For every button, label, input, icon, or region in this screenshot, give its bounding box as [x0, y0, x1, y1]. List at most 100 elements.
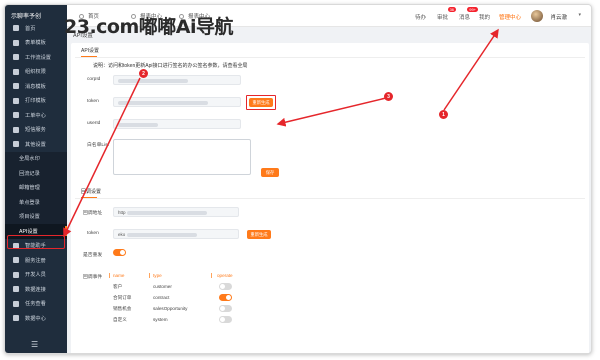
- whitelist-label: 白名单List: [87, 143, 109, 148]
- column-header-type: type: [153, 273, 162, 278]
- link-todo[interactable]: 待办: [415, 13, 426, 21]
- sidebar-item-home[interactable]: 首页: [5, 21, 67, 36]
- sidebar-item-label: API设置: [19, 228, 38, 235]
- callback-token-field[interactable]: eko: [113, 229, 239, 239]
- sidebar-item-label: 任务查看: [25, 301, 46, 308]
- masked-value: [118, 100, 208, 105]
- token-label: token: [87, 99, 99, 104]
- token-field[interactable]: [113, 97, 241, 107]
- sidebar-item-developer[interactable]: 开发人员: [5, 268, 67, 283]
- sidebar-item-data-center[interactable]: 数据中心: [5, 311, 67, 326]
- retry-toggle[interactable]: [113, 249, 126, 256]
- link-admin-center[interactable]: 管理中心: [499, 13, 521, 21]
- callback-token-value: eko: [118, 232, 126, 237]
- annotation-marker-2: 2: [139, 69, 148, 78]
- sidebar-item-org[interactable]: 组织权限: [5, 65, 67, 80]
- column-divider: [109, 273, 110, 278]
- event-row-type: system: [153, 317, 168, 322]
- sidebar-subitem-email[interactable]: 邮箱管理: [5, 180, 67, 195]
- approval-badge: 36: [447, 7, 457, 12]
- sidebar-subitem-sso[interactable]: 单点登录: [5, 195, 67, 210]
- corpid-field[interactable]: [113, 75, 241, 85]
- data-icon: [13, 315, 19, 322]
- sidebar-item-label: 回流记录: [19, 170, 40, 177]
- userid-label: userId: [87, 121, 101, 126]
- link-messages[interactable]: 消息 99+: [459, 7, 479, 21]
- masked-value: [118, 78, 188, 83]
- divider: [75, 198, 585, 199]
- sidebar-item-message-templates[interactable]: 消息模板: [5, 79, 67, 94]
- sidebar-item-form-templates[interactable]: 表单模板: [5, 36, 67, 51]
- user-name[interactable]: 肖云澈: [550, 13, 567, 21]
- sidebar-item-label: 单点登录: [19, 199, 40, 206]
- event-row-name: 客户: [113, 284, 123, 289]
- sidebar: 示聊率予创 首页 表单模板 工作流设置 组织权限 消息模板 打印模板 工单中心 …: [5, 5, 67, 353]
- masked-value: [126, 232, 197, 237]
- callback-regenerate-button[interactable]: 重新生成: [247, 230, 271, 239]
- event-toggle-system[interactable]: [219, 316, 232, 323]
- column-header-name: name: [113, 273, 125, 278]
- event-row-name: 合同订单: [113, 295, 132, 300]
- ticket-icon: [13, 112, 19, 119]
- event-row-type: customer: [153, 284, 172, 289]
- userid-field[interactable]: [113, 119, 241, 129]
- sidebar-item-print-templates[interactable]: 打印模板: [5, 94, 67, 109]
- sidebar-item-label: 项目设置: [19, 214, 40, 221]
- sidebar-item-label: 首页: [25, 25, 36, 32]
- link-icon: [13, 286, 19, 293]
- sidebar-item-label: 组织权限: [25, 69, 46, 76]
- sidebar-item-label: 短信服务: [25, 127, 46, 134]
- sidebar-nav: 首页 表单模板 工作流设置 组织权限 消息模板 打印模板 工单中心 短信服务 其…: [5, 21, 67, 326]
- sidebar-item-label: 表单模板: [25, 40, 46, 47]
- callback-url-value: http: [118, 210, 126, 215]
- sidebar-item-label: 工单中心: [25, 112, 46, 119]
- form-icon: [13, 39, 19, 46]
- chevron-down-icon[interactable]: ▾: [578, 12, 581, 18]
- main-panel: API设置 说明：访问和token更新Api接口进行签名的办公签名参数，请查看全…: [71, 43, 589, 353]
- settings-icon: [13, 141, 19, 148]
- sidebar-item-label: 消息模板: [25, 83, 46, 90]
- avatar[interactable]: [531, 10, 543, 22]
- sidebar-item-label: 工作流设置: [25, 54, 51, 61]
- sidebar-item-label: 数据中心: [25, 315, 46, 322]
- sidebar-item-label: 服务注册: [25, 257, 46, 264]
- events-label: 回调事件: [83, 275, 103, 280]
- sidebar-subitem-watermark[interactable]: 全局水印: [5, 151, 67, 166]
- sidebar-item-label: 其他设置: [25, 141, 46, 148]
- sidebar-item-service[interactable]: 服务注册: [5, 253, 67, 268]
- event-toggle-customer[interactable]: [219, 283, 232, 290]
- approval-label: 审批: [437, 15, 449, 21]
- api-save-button[interactable]: 保存: [261, 168, 279, 177]
- event-row-name: 销售机会: [113, 306, 132, 311]
- org-icon: [13, 68, 19, 75]
- api-settings-highlight: [7, 235, 65, 249]
- whitelist-textarea[interactable]: [113, 139, 251, 175]
- sidebar-item-tasks[interactable]: 任务查看: [5, 297, 67, 312]
- collapse-menu-icon[interactable]: ☰: [31, 340, 38, 349]
- callback-section-title: 回调设置: [81, 189, 102, 198]
- link-mine[interactable]: 我的: [479, 13, 490, 21]
- sidebar-subitem-project[interactable]: 项目设置: [5, 209, 67, 224]
- sidebar-item-label: 全局水印: [19, 156, 40, 163]
- retry-label: 是否重发: [83, 253, 103, 258]
- sidebar-subitem-records[interactable]: 回流记录: [5, 166, 67, 181]
- api-section-title: API设置: [81, 48, 100, 57]
- link-approval[interactable]: 审批 36: [437, 7, 457, 21]
- masked-value: [118, 122, 158, 127]
- sidebar-item-sms[interactable]: 短信服务: [5, 123, 67, 138]
- sidebar-item-label: 打印模板: [25, 98, 46, 105]
- annotation-marker-3: 3: [384, 92, 393, 101]
- developer-icon: [13, 271, 19, 278]
- column-header-operate: operate: [217, 273, 233, 278]
- sidebar-item-tickets[interactable]: 工单中心: [5, 108, 67, 123]
- sidebar-item-data-link[interactable]: 数据连接: [5, 282, 67, 297]
- sidebar-item-workflow[interactable]: 工作流设置: [5, 50, 67, 65]
- messages-label: 消息: [459, 15, 471, 21]
- event-toggle-sales[interactable]: [219, 305, 232, 312]
- sidebar-item-label: 邮箱管理: [19, 185, 40, 192]
- callback-url-label: 回调地址: [83, 211, 103, 216]
- callback-url-field[interactable]: http: [113, 207, 239, 217]
- sidebar-item-other-settings[interactable]: 其他设置: [5, 137, 67, 152]
- event-toggle-contract[interactable]: [219, 294, 232, 301]
- service-icon: [13, 257, 19, 264]
